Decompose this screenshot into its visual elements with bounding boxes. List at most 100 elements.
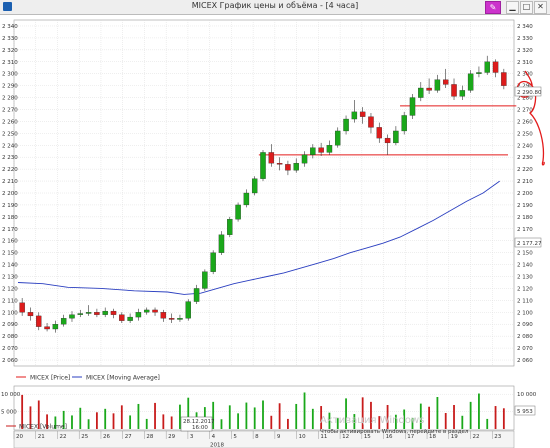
candle-body	[44, 326, 50, 330]
volume-bar	[469, 401, 472, 429]
candle-body	[501, 72, 507, 86]
volume-current-marker: 5 953	[514, 405, 536, 416]
candle-body	[27, 312, 34, 317]
date-label: 3	[190, 434, 194, 440]
volume-bar	[220, 419, 223, 429]
price-tick-label-left: 2 200	[2, 191, 18, 197]
date-label: 26	[103, 434, 110, 440]
candle-body	[69, 314, 75, 319]
volume-tick-label-left: 5 000	[1, 410, 17, 416]
maximize-button[interactable]: □	[520, 1, 533, 14]
candle-body	[260, 152, 266, 179]
price-tick-label-left: 2 110	[2, 298, 18, 304]
volume-bar	[179, 404, 181, 429]
candle-body	[326, 145, 333, 153]
price-tick-label-right: 2 250	[517, 131, 533, 137]
candle-body	[384, 137, 391, 144]
candle-body	[467, 73, 474, 91]
price-tick-label-right: 2 240	[517, 143, 533, 149]
volume-bar	[287, 418, 289, 429]
price-tick-label-left: 2 090	[2, 322, 18, 328]
volume-bar	[494, 406, 497, 429]
chart-window: MICEX График цены и объёма - [4 часа] ✎ …	[0, 0, 550, 448]
candle-body	[285, 164, 291, 171]
date-label: 25	[81, 434, 88, 440]
price-tick-label-left: 2 320	[2, 48, 18, 54]
date-label: 5	[233, 434, 237, 440]
volume-bar	[262, 400, 264, 429]
candle-body	[36, 315, 42, 327]
candle-body	[351, 111, 358, 120]
date-label: 23	[494, 434, 501, 440]
date-label: 22	[473, 434, 480, 440]
volume-bar	[245, 402, 248, 429]
candle-body	[492, 61, 499, 73]
candle-body	[168, 318, 175, 320]
candle-body	[251, 178, 258, 194]
price-tick-label-left: 2 210	[2, 179, 18, 185]
watermark-line2: Чтобы активировать Windows, перейдите в …	[320, 428, 469, 435]
candle-body	[343, 118, 349, 132]
cursor-date-tooltip: 28.12.2017 16:00	[180, 416, 215, 432]
date-label: 8	[255, 434, 259, 440]
candle-body	[434, 79, 441, 91]
candle-body	[376, 127, 382, 139]
volume-bar	[79, 407, 82, 429]
candle-body	[476, 72, 482, 74]
volume-bar	[278, 403, 281, 429]
title-bar: MICEX График цены и объёма - [4 часа] ✎ …	[0, 0, 550, 15]
price-tick-label-left: 2 120	[2, 286, 18, 292]
close-button[interactable]: ✕	[534, 1, 547, 14]
price-tick-label-left: 2 180	[2, 215, 18, 221]
volume-bar	[87, 419, 90, 429]
price-tick-label-left: 2 340	[2, 24, 18, 30]
volume-tick-label-left: 10 000	[1, 392, 21, 398]
pin-icon[interactable]: ✎	[485, 1, 501, 14]
price-tick-label-right: 2 300	[517, 72, 533, 78]
price-tick-label-left: 2 130	[2, 275, 18, 281]
watermark-line1: Активация Windows	[320, 415, 424, 426]
candle-body	[193, 288, 200, 302]
price-tick-label-right: 2 200	[517, 191, 533, 197]
cursor-time-label: 16:00	[192, 425, 208, 431]
volume-bar	[295, 403, 298, 429]
volume-bar	[237, 413, 239, 429]
volume-bar	[502, 408, 505, 429]
candle-body	[60, 318, 67, 325]
candle-body	[409, 97, 416, 116]
price-tick-label-left: 2 290	[2, 84, 18, 90]
volume-bar	[104, 408, 107, 429]
candle-body	[393, 130, 399, 144]
candle-body	[77, 313, 84, 315]
candle-body	[426, 87, 432, 91]
year-label: 2018	[210, 443, 224, 448]
candle-body	[484, 61, 490, 73]
volume-bar	[162, 414, 165, 429]
candle-body	[318, 147, 324, 153]
price-tick-label-right: 2 060	[517, 358, 533, 364]
volume-bar	[453, 405, 455, 429]
candle-body	[202, 271, 208, 289]
volume-bar	[137, 403, 140, 429]
price-tick-label-left: 2 250	[2, 131, 18, 137]
price-tick-label-left: 2 150	[2, 251, 18, 257]
minimize-button[interactable]: ▁	[506, 1, 519, 14]
candle-body	[459, 90, 466, 97]
volume-bar	[436, 397, 439, 429]
price-tick-label-right: 2 220	[517, 167, 533, 173]
date-label: 29	[168, 434, 175, 440]
price-tick-label-right: 2 070	[517, 346, 533, 352]
candle-body	[19, 302, 25, 313]
date-label: 9	[277, 434, 281, 440]
candle-body	[227, 219, 233, 235]
price-tick-label-right: 2 110	[517, 298, 533, 304]
price-volume-chart[interactable]: 2 060 2 070 2 080 2 090 2 100 2 110 2 120 2 130…	[0, 15, 550, 448]
volume-bar	[444, 413, 447, 429]
candle-body	[293, 163, 299, 171]
candle-body	[135, 312, 142, 318]
price-tick-label-right: 2 130	[517, 275, 533, 281]
price-tick-label-left: 2 100	[2, 310, 18, 316]
price-tick-label-left: 2 160	[2, 239, 18, 245]
price-tick-label-left: 2 270	[2, 107, 18, 113]
candle-body	[268, 152, 275, 164]
